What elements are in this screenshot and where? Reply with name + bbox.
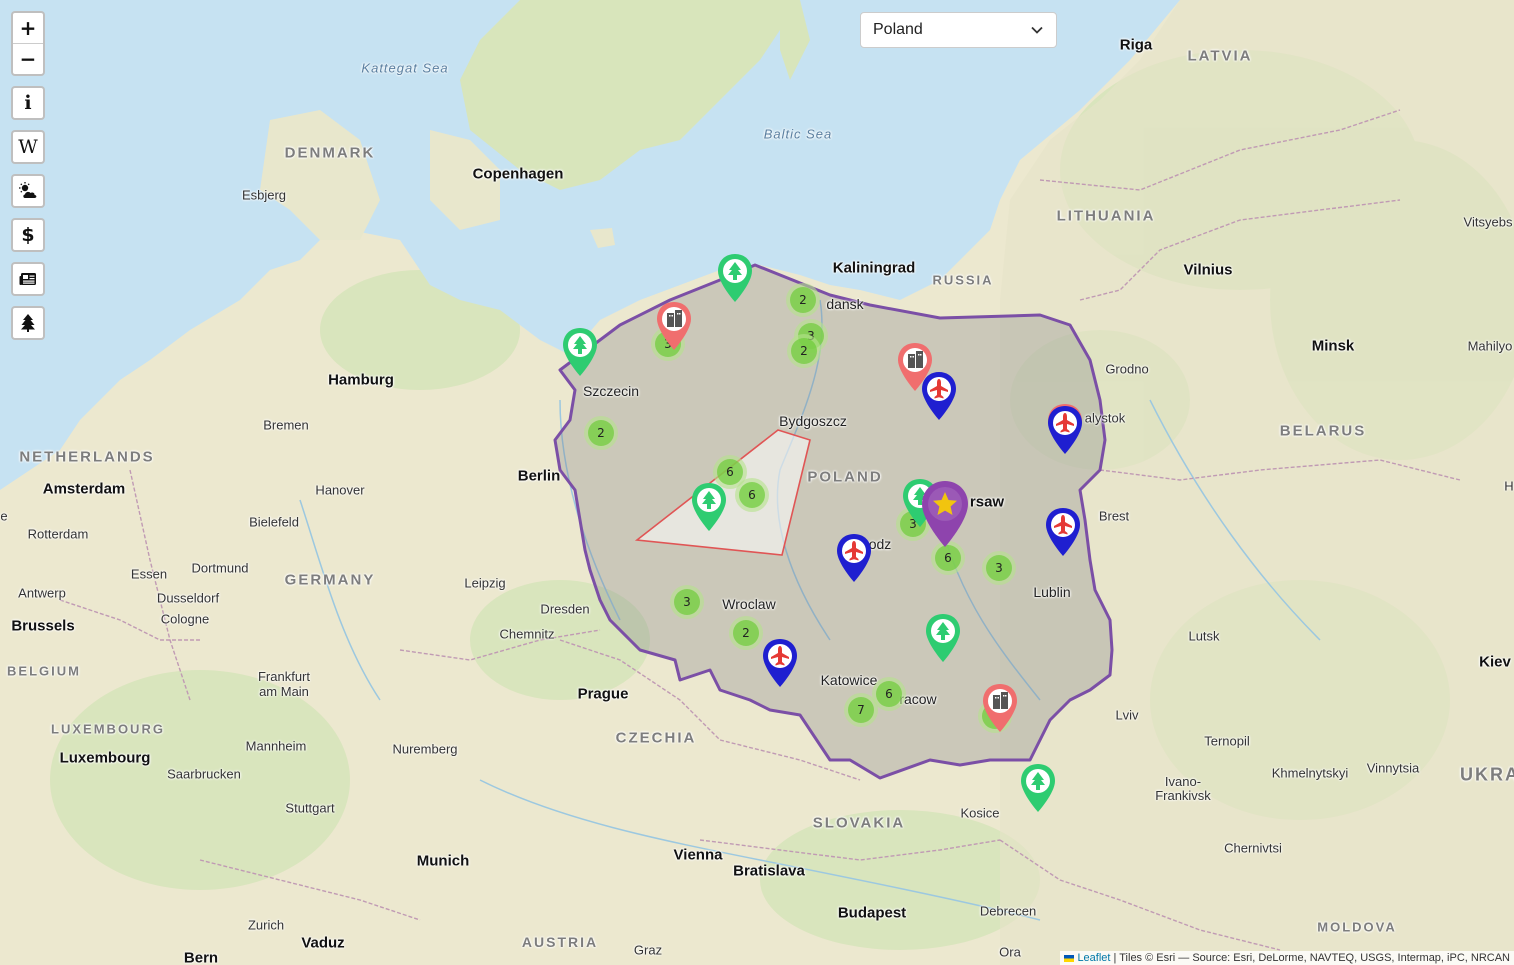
info-icon: i <box>24 92 32 114</box>
news-button[interactable] <box>11 262 45 296</box>
country-select[interactable]: Poland <box>860 12 1057 48</box>
park-marker[interactable] <box>561 326 599 378</box>
park-marker[interactable] <box>690 481 728 533</box>
marker-cluster[interactable]: 2 <box>787 334 821 368</box>
wikipedia-icon: W <box>18 136 38 158</box>
dollar-icon: $ <box>21 224 35 246</box>
marker-cluster[interactable]: 3 <box>670 585 704 619</box>
chevron-down-icon <box>1031 26 1043 34</box>
park-marker[interactable] <box>1019 762 1057 814</box>
marker-cluster[interactable]: 2 <box>729 616 763 650</box>
marker-cluster[interactable]: 2 <box>584 416 618 450</box>
currency-button[interactable]: $ <box>11 218 45 252</box>
attribution: Leaflet | Tiles © Esri — Source: Esri, D… <box>1060 951 1514 965</box>
city-marker[interactable] <box>655 300 693 352</box>
marker-cluster[interactable]: 2 <box>786 283 820 317</box>
zoom-out-button[interactable]: − <box>13 44 43 74</box>
country-select-value: Poland <box>873 21 923 38</box>
zoom-control: + − <box>11 11 45 76</box>
weather-icon <box>19 182 37 198</box>
attribution-text: | Tiles © Esri — Source: Esri, DeLorme, … <box>1110 952 1510 964</box>
airport-marker[interactable] <box>761 637 799 689</box>
tree-icon <box>21 314 35 332</box>
ukraine-flag-icon <box>1064 954 1075 962</box>
weather-button[interactable] <box>11 174 45 208</box>
park-marker[interactable] <box>924 612 962 664</box>
map[interactable]: Riga LATVIA Kattegat Sea Baltic Sea DENM… <box>0 0 1514 965</box>
airport-marker[interactable] <box>920 370 958 422</box>
airport-marker[interactable] <box>1046 404 1084 456</box>
park-marker[interactable] <box>716 252 754 304</box>
leaflet-link[interactable]: Leaflet <box>1077 952 1110 964</box>
parks-button[interactable] <box>11 306 45 340</box>
marker-cluster[interactable]: 6 <box>735 478 769 512</box>
airport-marker[interactable] <box>1044 506 1082 558</box>
marker-cluster[interactable]: 7 <box>844 693 878 727</box>
city-marker[interactable] <box>981 682 1019 734</box>
capital-marker[interactable] <box>920 479 970 549</box>
zoom-in-button[interactable]: + <box>13 13 43 44</box>
newspaper-icon <box>19 273 36 285</box>
airport-marker[interactable] <box>835 532 873 584</box>
info-button[interactable]: i <box>11 86 45 120</box>
marker-cluster[interactable]: 3 <box>982 551 1016 585</box>
wikipedia-button[interactable]: W <box>11 130 45 164</box>
